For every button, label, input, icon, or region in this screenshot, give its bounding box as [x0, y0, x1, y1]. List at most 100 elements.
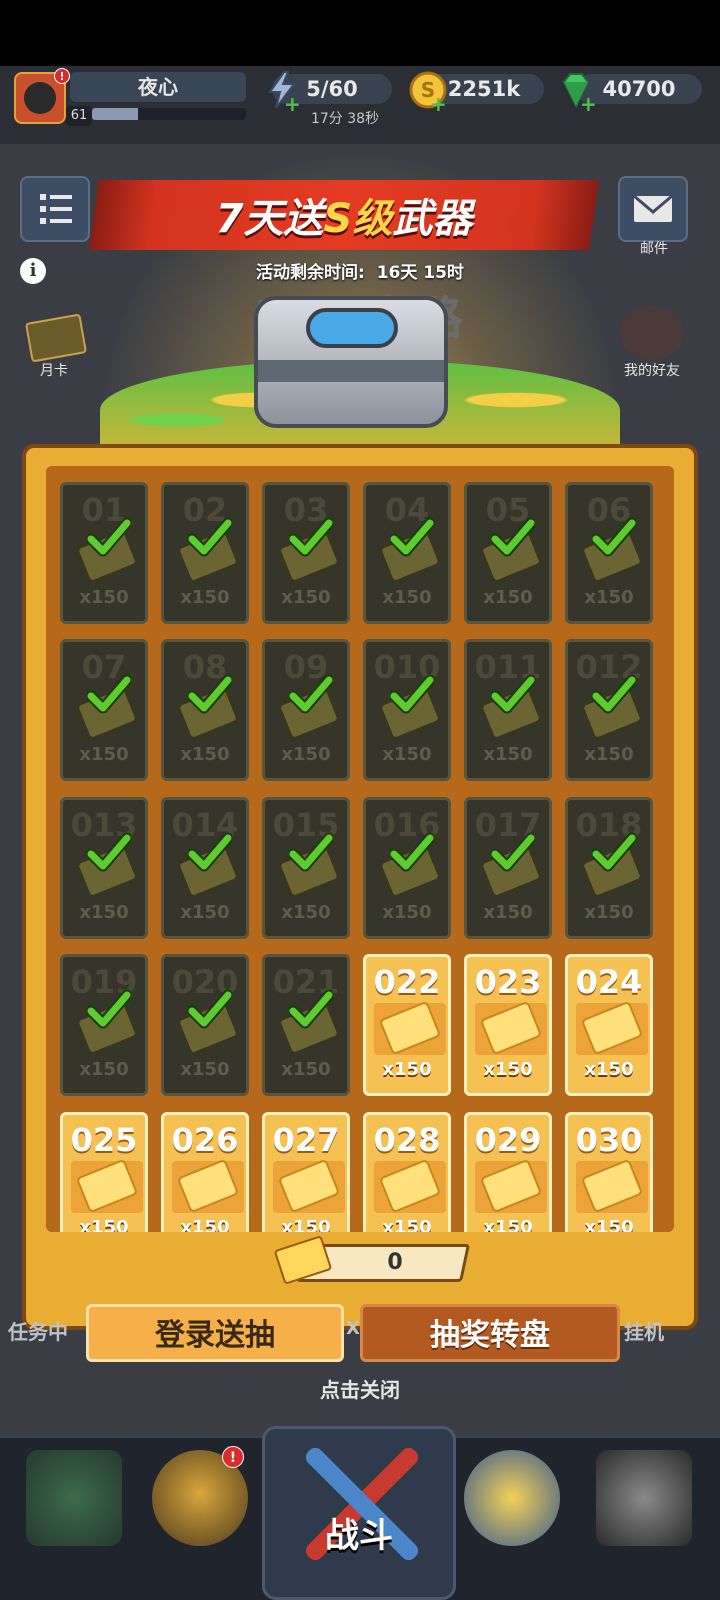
reward-card-amount: x150 [382, 1217, 432, 1232]
reward-card-day: 023 [474, 963, 542, 1001]
reward-card[interactable]: 014 x150 [161, 797, 249, 939]
remaining-label: 活动剩余时间: [256, 263, 365, 283]
reward-card-amount: x150 [483, 1059, 533, 1080]
task-label: 任务中 [8, 1320, 68, 1344]
xp-bar [92, 108, 246, 120]
reward-grid[interactable]: 01 x150 02 x150 03 x150 04 x150 05 x150 06 x150 07 x1… [46, 466, 674, 1232]
reward-card[interactable]: 015 x150 [262, 797, 350, 939]
reward-card-amount: x150 [79, 1059, 129, 1080]
reward-card[interactable]: 029 x150 [464, 1112, 552, 1232]
friends-icon[interactable] [620, 306, 684, 360]
check-icon [592, 517, 636, 557]
reward-card[interactable]: 023 x150 [464, 954, 552, 1096]
check-icon [592, 674, 636, 714]
check-icon [390, 832, 434, 872]
check-icon [289, 832, 333, 872]
player-name: 夜心 [70, 72, 246, 102]
reward-card-amount: x150 [584, 744, 634, 765]
reward-card[interactable]: 05 x150 [464, 482, 552, 624]
reward-card-amount: x150 [382, 1059, 432, 1080]
reward-card[interactable]: 012 x150 [565, 639, 653, 781]
reward-card[interactable]: 07 x150 [60, 639, 148, 781]
reward-card[interactable]: 030 x150 [565, 1112, 653, 1232]
info-icon[interactable]: i [20, 258, 46, 284]
nav-shop-chest-icon[interactable] [26, 1450, 122, 1546]
check-icon [491, 517, 535, 557]
reward-card-day: 025 [70, 1121, 138, 1159]
reward-chest-icon [254, 296, 448, 428]
reward-card-amount: x150 [79, 902, 129, 923]
reward-card-amount: x150 [79, 744, 129, 765]
reward-card-amount: x150 [584, 1059, 634, 1080]
reward-card-amount: x150 [382, 902, 432, 923]
nav-skill-orb-icon[interactable] [464, 1450, 560, 1546]
reward-panel: 01 x150 02 x150 03 x150 04 x150 05 x150 06 x150 07 x1… [22, 444, 698, 1330]
reward-card[interactable]: 027 x150 [262, 1112, 350, 1232]
reward-card[interactable]: 010 x150 [363, 639, 451, 781]
reward-card[interactable]: 021 x150 [262, 954, 350, 1096]
add-gems-icon[interactable]: + [580, 92, 597, 116]
month-card-label: 月卡 [40, 363, 68, 379]
reward-card[interactable]: 01 x150 [60, 482, 148, 624]
reward-card-day: 027 [272, 1121, 340, 1159]
reward-card-amount: x150 [281, 1217, 331, 1232]
envelope-icon [633, 194, 673, 222]
tab-lottery-wheel[interactable]: 抽奖转盘 [360, 1304, 620, 1362]
behind-x-label: X [346, 1318, 360, 1339]
check-icon [188, 989, 232, 1029]
check-icon [289, 674, 333, 714]
chest-lens [306, 308, 398, 348]
reward-card[interactable]: 06 x150 [565, 482, 653, 624]
reward-card[interactable]: 028 x150 [363, 1112, 451, 1232]
check-icon [491, 832, 535, 872]
reward-card[interactable]: 017 x150 [464, 797, 552, 939]
reward-card-amount: x150 [584, 587, 634, 608]
energy-timer: 17分 38秒 [310, 111, 380, 127]
nav-armor-icon[interactable] [596, 1450, 692, 1546]
check-icon [87, 517, 131, 557]
check-icon [87, 674, 131, 714]
tap-to-close-hint[interactable]: 点击关闭 [260, 1374, 460, 1403]
reward-card-amount: x150 [281, 902, 331, 923]
check-icon [289, 989, 333, 1029]
tab-login-draw[interactable]: 登录送抽 [86, 1304, 344, 1362]
reward-card[interactable]: 08 x150 [161, 639, 249, 781]
reward-card-amount: x150 [281, 744, 331, 765]
reward-card-amount: x150 [180, 1059, 230, 1080]
check-icon [289, 517, 333, 557]
xp-bar-fill [92, 108, 139, 120]
reward-card-amount: x150 [483, 744, 533, 765]
idle-label: 挂机 [624, 1320, 664, 1344]
check-icon [87, 832, 131, 872]
reward-card[interactable]: 016 x150 [363, 797, 451, 939]
event-title-highlight: S级 [323, 196, 393, 242]
check-icon [491, 674, 535, 714]
mail-button[interactable] [618, 176, 688, 242]
chest-band [258, 360, 444, 382]
reward-card[interactable]: 019 x150 [60, 954, 148, 1096]
reward-card[interactable]: 025 x150 [60, 1112, 148, 1232]
check-icon [390, 674, 434, 714]
remaining-value: 16天 15时 [376, 263, 464, 283]
reward-card[interactable]: 02 x150 [161, 482, 249, 624]
reward-card[interactable]: 09 x150 [262, 639, 350, 781]
reward-card[interactable]: 020 x150 [161, 954, 249, 1096]
reward-card[interactable]: 024 x150 [565, 954, 653, 1096]
reward-card-day: 026 [171, 1121, 239, 1159]
reward-card[interactable]: 04 x150 [363, 482, 451, 624]
event-remaining-time: 活动剩余时间: 16天 15时 [180, 258, 540, 283]
reward-card[interactable]: 022 x150 [363, 954, 451, 1096]
reward-card-amount: x150 [79, 587, 129, 608]
reward-card-day: 029 [474, 1121, 542, 1159]
add-coins-icon[interactable]: + [430, 92, 447, 116]
reward-card-amount: x150 [483, 1217, 533, 1232]
reward-card[interactable]: 011 x150 [464, 639, 552, 781]
reward-card[interactable]: 018 x150 [565, 797, 653, 939]
menu-button[interactable] [20, 176, 90, 242]
check-icon [188, 832, 232, 872]
reward-card[interactable]: 026 x150 [161, 1112, 249, 1232]
check-icon [592, 832, 636, 872]
reward-card[interactable]: 013 x150 [60, 797, 148, 939]
reward-card[interactable]: 03 x150 [262, 482, 350, 624]
event-title: 7天送S级武器 [94, 186, 594, 244]
